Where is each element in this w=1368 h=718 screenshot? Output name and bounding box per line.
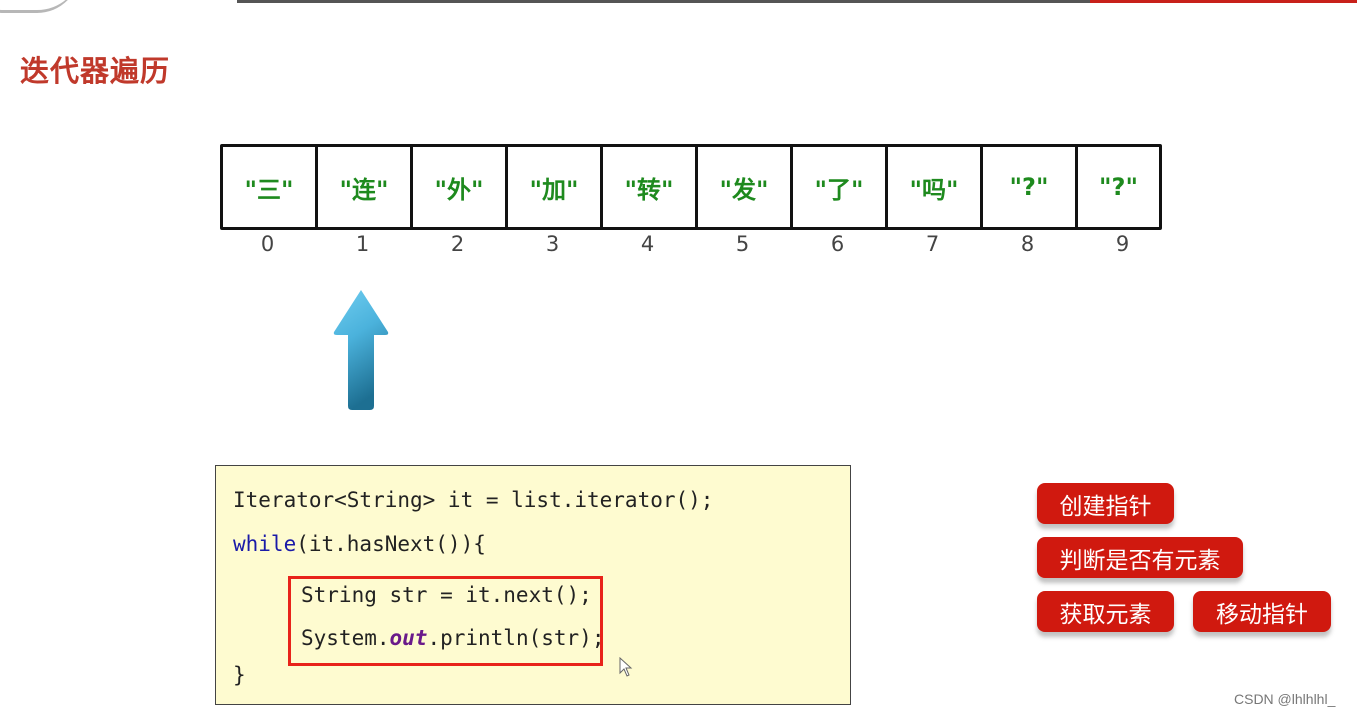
slide-title: 迭代器遍历: [20, 54, 171, 88]
array-index: 7: [925, 232, 940, 256]
array-index: 1: [355, 232, 370, 256]
array-index: 3: [545, 232, 560, 256]
tag-move-pointer: 移动指针: [1193, 591, 1331, 632]
array-cell: "加": [508, 147, 603, 227]
highlight-box: [288, 576, 603, 666]
array-index: 4: [640, 232, 655, 256]
array-indices: 0 1 2 3 4 5 6 7 8 9: [220, 232, 1170, 256]
tag-get-element: 获取元素: [1037, 591, 1174, 632]
code-line-1: Iterator<String> it = list.iterator();: [233, 488, 714, 512]
array-cell: "外": [413, 147, 508, 227]
array-index: 8: [1020, 232, 1035, 256]
watermark: CSDN @lhlhlhl_: [1234, 691, 1336, 707]
tag-has-next: 判断是否有元素: [1037, 537, 1243, 578]
decorative-arc: [0, 0, 80, 13]
array-cell: "连": [318, 147, 413, 227]
array-cell: "三": [223, 147, 318, 227]
array-index: 0: [260, 232, 275, 256]
tag-create-pointer: 创建指针: [1037, 483, 1174, 524]
top-bar-red: [1090, 0, 1357, 3]
array-cell: "了": [793, 147, 888, 227]
array-index: 2: [450, 232, 465, 256]
mouse-cursor-icon: [619, 657, 633, 677]
top-bar-dark: [237, 0, 1090, 3]
array-cell: "吗": [888, 147, 983, 227]
keyword-while: while: [233, 532, 297, 556]
array-cell: "发": [698, 147, 793, 227]
array-cell: "?": [1078, 147, 1159, 227]
array-index: 9: [1115, 232, 1130, 256]
array-diagram: "三" "连" "外" "加" "转" "发" "了" "吗" "?" "?": [220, 144, 1162, 230]
code-line-5: }: [233, 663, 246, 687]
array-cell: "转": [603, 147, 698, 227]
code-text: (it.hasNext()){: [296, 532, 486, 556]
array-index: 6: [830, 232, 845, 256]
up-arrow-icon: [333, 290, 389, 410]
array-cell: "?": [983, 147, 1078, 227]
code-line-2: while(it.hasNext()){: [233, 532, 486, 556]
array-index: 5: [735, 232, 750, 256]
